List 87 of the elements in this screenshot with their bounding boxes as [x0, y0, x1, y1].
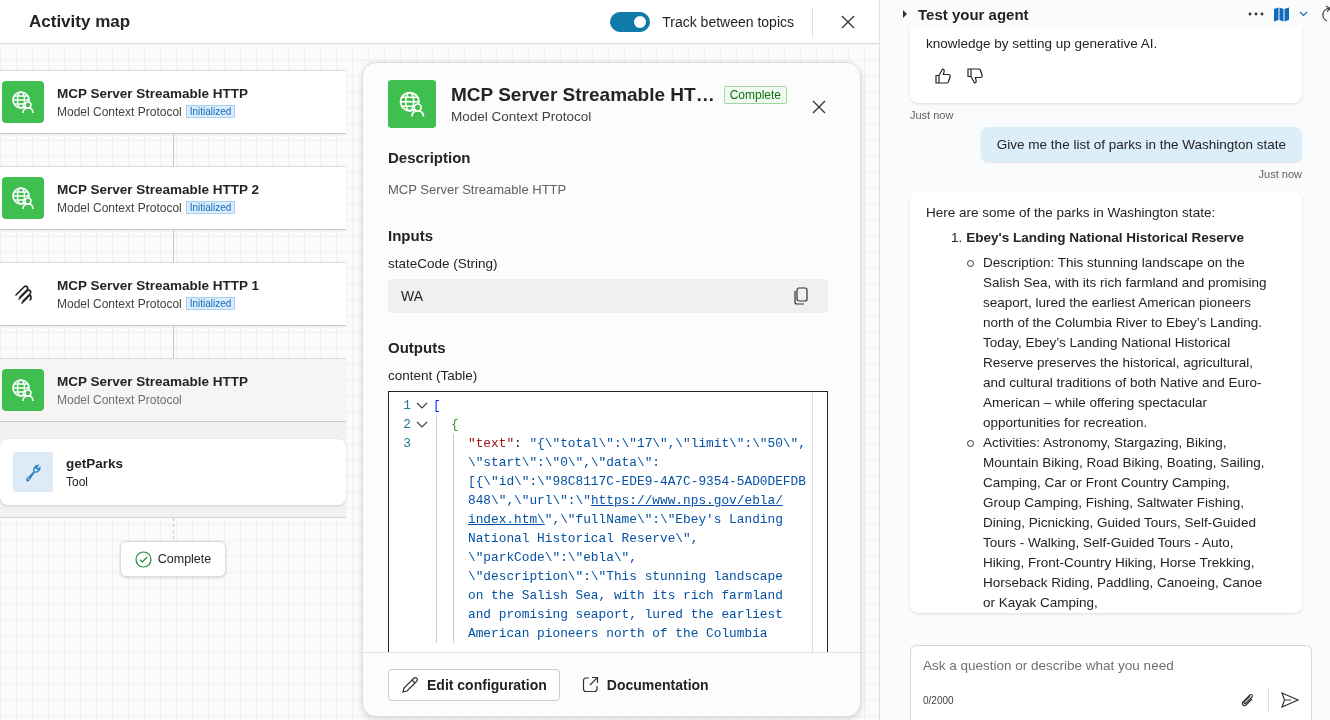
- code-token: and promising seaport, lured the earliest: [468, 607, 783, 622]
- section-heading: Inputs: [388, 227, 433, 244]
- map-icon[interactable]: [1274, 6, 1289, 22]
- tool-title: getParks: [66, 455, 124, 471]
- code-link[interactable]: index.htm\: [468, 512, 545, 527]
- toggle-label: Track between topics: [662, 13, 794, 30]
- node-title: MCP Server Streamable HTTP: [57, 373, 249, 389]
- check-circle-icon: [134, 550, 152, 568]
- line-number: 3: [403, 436, 411, 451]
- caret-icon[interactable]: [902, 10, 908, 18]
- more-icon[interactable]: [1248, 12, 1264, 16]
- node-subtitle: Model Context Protocol: [57, 104, 182, 119]
- close-icon[interactable]: [812, 100, 826, 114]
- line-number: 1: [403, 398, 411, 413]
- field-label: content (Table): [388, 368, 478, 383]
- section-heading: Description: [388, 149, 471, 166]
- bullet-text: Activities: Astronomy, Stargazing, Biking, Mountain Biking, Road Biking, Boating, Sailing, Camping, Car or Front Country Camping, Group Camping, Fishing, Saltwater Fishing, Dining, Picnicking, Guided Tours, Self-Guided Tours - Walking, Self-Guided Tours - Auto, Hiking, Front-Country Hiking, Horse Trekking, Horseback Riding, Paddling, Canoeing, Canoe or Kayak Camping,: [983, 434, 1266, 612]
- list-item-title: Ebey's Landing National Historical Reserve: [966, 230, 1245, 245]
- code-token: 848\",\"url\":\": [468, 493, 591, 508]
- line-number: 2: [403, 417, 411, 432]
- code-token: National Historical Reserve\",: [468, 531, 699, 546]
- code-link[interactable]: https://www.nps.gov/ebla/: [590, 493, 783, 508]
- section-heading: Outputs: [388, 339, 446, 356]
- tool-subtitle: Tool: [66, 474, 89, 489]
- bullet-text: Description: This stunning landscape on the Salish Sea, with its rich farmland and promising seaport, lured the earliest American pioneers north of the Columbia River to Ebey’s Landing. Today, Ebey’s Landing National Historical Reserve preserves the historical, agricultural, and cultural traditions of both Native and Euro-American – while offering spectacular opportunities for recreation.: [983, 254, 1268, 432]
- globe-person-icon: [388, 80, 436, 128]
- code-token: :: [514, 436, 523, 451]
- code-token: \"parkCode\":\"ebla\",: [468, 550, 637, 565]
- node-card[interactable]: MCP Server Streamable HTTP Model Context Protocol: [0, 358, 346, 422]
- message-text: knowledge by setting up generative AI.: [926, 36, 1159, 51]
- code-token: \"description\":\"This stunning landscape: [468, 569, 783, 584]
- panel-title: Test your agent: [918, 5, 1029, 23]
- node-subtitle: Model Context Protocol: [57, 392, 182, 407]
- code-token: American pioneers north of the Columbia: [468, 626, 768, 641]
- node-card[interactable]: MCP Server Streamable HTTP 2 Model Context Protocol Initialized: [0, 166, 346, 230]
- thumbs-up-icon[interactable]: [934, 67, 952, 85]
- value-field: WA: [388, 279, 828, 313]
- details-subtitle: Model Context Protocol: [451, 109, 593, 124]
- chevron-icon[interactable]: [416, 420, 428, 429]
- description-text: MCP Server Streamable HTTP: [388, 182, 567, 197]
- chat-input-field[interactable]: Ask a question or describe what you need: [923, 658, 1299, 673]
- close-icon[interactable]: [841, 14, 855, 29]
- pencil-icon: [401, 675, 419, 694]
- code-token: [{\"id\":\"98C8117C-EDE9-4A7C-9354-5AD0DEFDB: [468, 474, 806, 489]
- send-icon[interactable]: [1281, 692, 1299, 708]
- external-link-icon: [581, 676, 599, 693]
- chevron-icon[interactable]: [416, 401, 428, 410]
- wrench-icon: [13, 452, 53, 492]
- code-token: {: [451, 417, 459, 432]
- globe-person-icon: [2, 177, 44, 219]
- code-token: [: [433, 398, 441, 413]
- documentation-link[interactable]: Documentation: [569, 668, 721, 701]
- code-token: "{\"total\":\"17\",\"limit\":\"50\",: [529, 436, 806, 451]
- message-text: Here are some of the parks in Washington state:: [926, 205, 1217, 220]
- globe-person-icon: [2, 81, 44, 123]
- panel-title: Activity map: [29, 11, 131, 32]
- tool-card[interactable]: getParks Tool: [0, 439, 346, 505]
- node-subtitle: Model Context Protocol: [57, 296, 182, 311]
- node-subtitle: Model Context Protocol: [57, 200, 182, 215]
- node-card[interactable]: MCP Server Streamable HTTP 1 Model Context Protocol Initialized: [0, 262, 346, 326]
- status-tag: Initialized: [185, 297, 236, 310]
- node-title: MCP Server Streamable HTTP 2: [57, 181, 260, 197]
- node-card[interactable]: MCP Server Streamable HTTP Model Context Protocol Initialized: [0, 70, 346, 134]
- code-token: ",\"fullName\":\"Ebey's Landing: [544, 512, 783, 527]
- pill-label: Complete: [157, 552, 212, 566]
- node-title: MCP Server Streamable HTTP 1: [57, 277, 260, 293]
- timestamp: Just now: [1258, 168, 1302, 180]
- copy-icon[interactable]: [794, 287, 808, 305]
- thumbs-down-icon[interactable]: [966, 67, 984, 85]
- edit-configuration-button[interactable]: Edit configuration: [388, 668, 560, 701]
- attach-icon[interactable]: [1240, 692, 1256, 708]
- user-message: Give me the list of parks in the Washington state: [980, 127, 1302, 162]
- code-token: \"start\":\"0\",\"data\":: [468, 455, 660, 470]
- field-label: stateCode (String): [388, 256, 498, 271]
- code-token: "text": [468, 436, 515, 451]
- status-tag: Initialized: [185, 105, 236, 118]
- toggle-switch[interactable]: [610, 11, 651, 32]
- globe-person-icon: [2, 369, 44, 411]
- timestamp: Just now: [910, 109, 954, 121]
- details-title: MCP Server Streamable HT…: [451, 84, 715, 106]
- chevron-down-icon[interactable]: [1299, 11, 1308, 17]
- status-tag: Complete: [723, 86, 787, 104]
- node-title: MCP Server Streamable HTTP: [57, 85, 249, 101]
- character-counter: 0/2000: [923, 694, 954, 706]
- list-number: 1.: [951, 230, 963, 245]
- code-token: on the Salish Sea, with its rich farmland: [468, 588, 783, 603]
- status-tag: Initialized: [185, 201, 236, 214]
